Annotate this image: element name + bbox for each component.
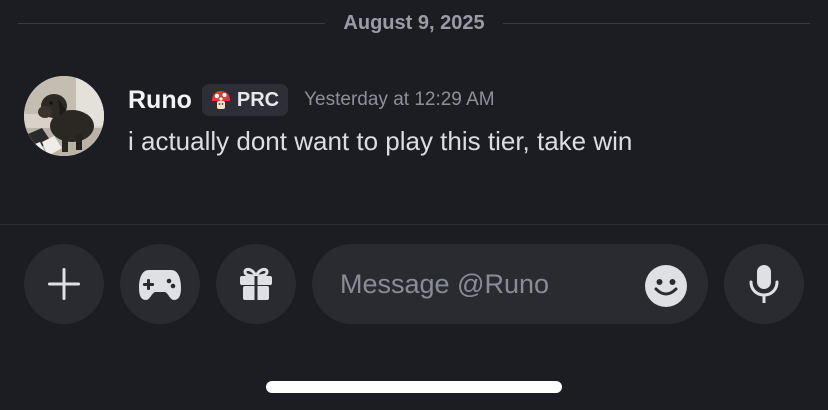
author-name[interactable]: Runo: [128, 86, 192, 115]
composer-separator: [0, 224, 828, 225]
date-label: August 9, 2025: [343, 11, 485, 34]
gift-icon: [240, 267, 272, 300]
activities-button[interactable]: [120, 244, 200, 324]
message-input-placeholder: Message @Runo: [340, 268, 550, 299]
plus-icon: [48, 268, 80, 300]
avatar[interactable]: [24, 76, 104, 156]
gift-nitro-button[interactable]: [216, 244, 296, 324]
message-timestamp: Yesterday at 12:29 AM: [304, 89, 495, 110]
message-content: i actually dont want to play this tier, …: [128, 126, 633, 156]
message-input[interactable]: Message @Runo: [312, 244, 708, 324]
add-attachment-button[interactable]: [24, 244, 104, 324]
date-divider: August 9, 2025: [18, 8, 811, 38]
emoji-icon[interactable]: [644, 264, 688, 308]
message-header: Runo PRC Yesterday at 12:29 AM: [128, 82, 808, 118]
mushroom-icon: [211, 91, 230, 109]
microphone-icon: [749, 265, 779, 303]
chat-message: Runo PRC Yesterday at 12:29 AM i actuall…: [24, 76, 808, 160]
dm-screen: August 9, 2025 Runo PRC Yesterday at 12:…: [0, 0, 828, 410]
message-body: Runo PRC Yesterday at 12:29 AM i actuall…: [128, 82, 808, 157]
server-tag-badge[interactable]: PRC: [201, 84, 289, 116]
server-tag-label: PRC: [236, 88, 280, 111]
avatar-dog-image: [24, 76, 104, 156]
divider-line-right: [502, 22, 811, 24]
divider-line-left: [18, 22, 326, 24]
gamepad-icon: [139, 270, 181, 300]
voice-message-button[interactable]: [724, 244, 804, 324]
home-indicator[interactable]: [266, 381, 562, 393]
